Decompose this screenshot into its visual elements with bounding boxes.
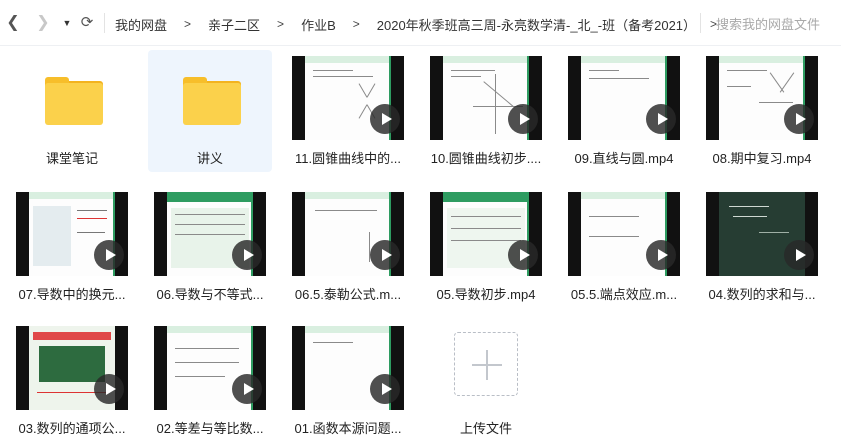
folder-icon [183,77,241,125]
video-thumbnail [154,326,266,410]
item-name: 09.直线与圆.mp4 [574,151,674,166]
item-name: 03.数列的通项公... [18,421,126,436]
play-icon [508,240,538,270]
play-icon [646,240,676,270]
chevron-right-icon[interactable]: ❯ [33,13,53,33]
item-name: 06.导数与不等式... [156,287,264,302]
item-name: 08.期中复习.mp4 [712,151,812,166]
video-thumbnail [292,326,404,410]
video-thumbnail [16,326,128,410]
video-thumbnail [706,56,818,140]
video-thumbnail [292,192,404,276]
breadcrumb-item[interactable]: 亲子二区 [208,15,260,34]
plus-icon [454,332,518,396]
item-name: 课堂笔记 [45,151,98,166]
video-thumbnail [430,56,542,140]
folder-item[interactable]: 讲义 [148,50,272,172]
caret-down-icon[interactable]: ▼ [57,13,77,33]
video-thumbnail [16,192,128,276]
video-item[interactable]: 11.圆锥曲线中的... [286,50,410,172]
play-icon [784,104,814,134]
breadcrumb-item[interactable]: 作业B [301,15,336,34]
video-thumbnail [430,192,542,276]
item-name: 06.5.泰勒公式.m... [294,287,402,302]
play-icon [784,240,814,270]
breadcrumb-item-current[interactable]: 2020年秋季班高三周-永亮数学清-_北_-班（备考2021） [377,15,696,34]
chevron-left-icon[interactable]: ❮ [3,13,23,33]
item-name: 上传文件 [459,421,512,436]
breadcrumb-item[interactable]: 我的网盘 [115,15,167,34]
breadcrumb-separator-icon: > [184,17,192,31]
video-item[interactable]: 02.等差与等比数... [148,320,272,436]
play-icon [232,374,262,404]
video-item[interactable]: 03.数列的通项公... [10,320,134,436]
play-icon [646,104,676,134]
item-name: 04.数列的求和与... [708,287,816,302]
toolbar-divider [700,13,701,33]
video-item[interactable]: 10.圆锥曲线初步.... [424,50,548,172]
video-item[interactable]: 06.导数与不等式... [148,186,272,308]
video-item[interactable]: 09.直线与圆.mp4 [562,50,686,172]
play-icon [94,374,124,404]
play-icon [232,240,262,270]
refresh-icon[interactable]: ⟳ [77,13,97,33]
play-icon [508,104,538,134]
breadcrumb-separator-icon: > [277,17,285,31]
video-thumbnail [706,192,818,276]
item-name: 10.圆锥曲线初步.... [430,151,542,166]
toolbar-divider [104,13,105,33]
video-item[interactable]: 05.5.端点效应.m... [562,186,686,308]
item-name: 02.等差与等比数... [156,421,264,436]
top-bar: ❮ ❯ ▼ ⟳ 我的网盘 > 亲子二区 > 作业B > 2020年秋季班高三周-… [0,0,841,46]
video-thumbnail [568,192,680,276]
folder-icon [45,77,103,125]
item-name: 05.导数初步.mp4 [436,287,536,302]
item-name: 05.5.端点效应.m... [570,287,678,302]
video-thumbnail [292,56,404,140]
video-item[interactable]: 08.期中复习.mp4 [700,50,824,172]
play-icon [370,104,400,134]
video-item[interactable]: 06.5.泰勒公式.m... [286,186,410,308]
video-item[interactable]: 05.导数初步.mp4 [424,186,548,308]
search-input[interactable]: 搜索我的网盘文件 [716,14,836,33]
play-icon [94,240,124,270]
video-thumbnail [568,56,680,140]
video-item[interactable]: 04.数列的求和与... [700,186,824,308]
item-name: 11.圆锥曲线中的... [295,151,401,166]
item-name: 07.导数中的换元... [18,287,126,302]
play-icon [370,240,400,270]
video-item[interactable]: 07.导数中的换元... [10,186,134,308]
item-name: 讲义 [196,151,223,166]
play-icon [370,374,400,404]
folder-item[interactable]: 课堂笔记 [10,50,134,172]
video-item[interactable]: 01.函数本源问题... [286,320,410,436]
video-thumbnail [154,192,266,276]
upload-button[interactable]: 上传文件 [424,320,548,436]
breadcrumb: 我的网盘 > 亲子二区 > 作业B > 2020年秋季班高三周-永亮数学清-_北… [115,14,717,34]
item-name: 01.函数本源问题... [294,421,402,436]
breadcrumb-separator-icon: > [352,17,360,31]
